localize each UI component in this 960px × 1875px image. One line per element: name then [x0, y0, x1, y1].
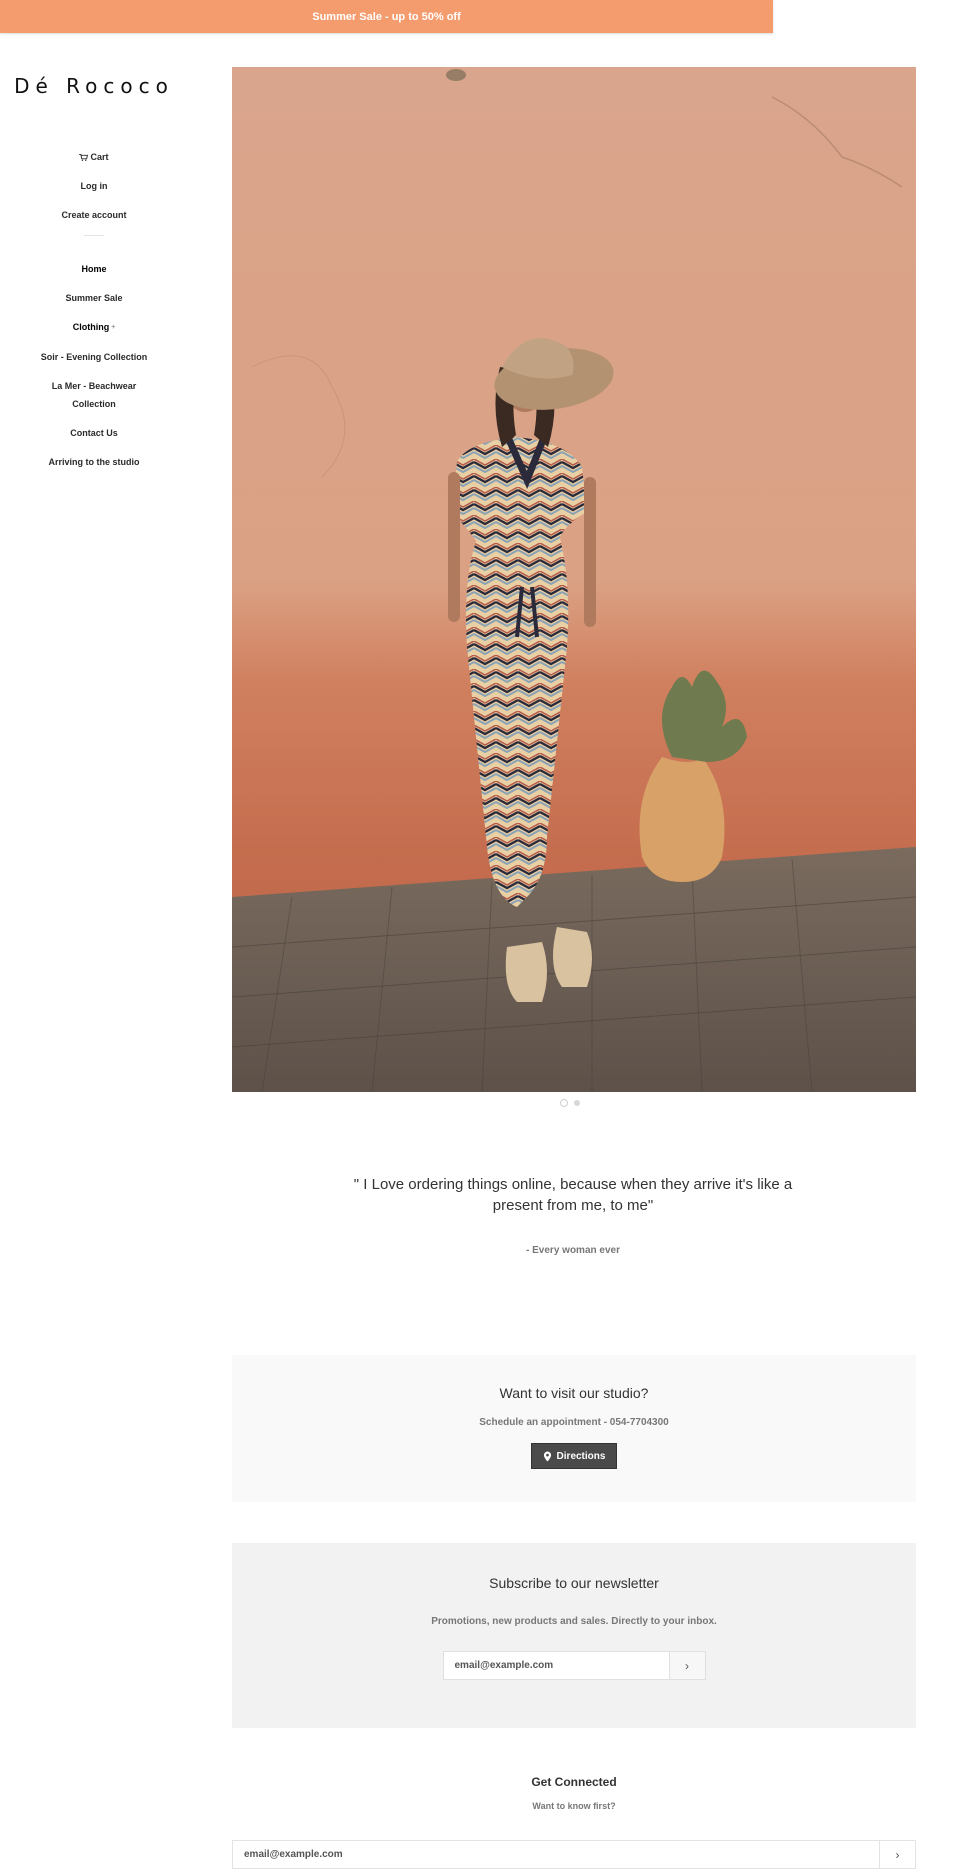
- nav-item-clothing[interactable]: Clothing +: [0, 318, 188, 337]
- newsletter-submit-button[interactable]: ›: [669, 1651, 706, 1680]
- slide-dot[interactable]: [574, 1100, 580, 1106]
- cart-link[interactable]: Cart: [0, 148, 188, 166]
- map-pin-icon: [543, 1451, 551, 1461]
- nav-item-contact[interactable]: Contact Us: [0, 424, 188, 442]
- announcement-text[interactable]: Summer Sale - up to 50% off: [312, 11, 461, 23]
- footer-signup-form: ›: [232, 1840, 916, 1869]
- expand-icon[interactable]: +: [111, 324, 115, 331]
- directions-button[interactable]: Directions: [530, 1443, 618, 1469]
- testimonial-author: - Every woman ever: [526, 1245, 620, 1256]
- studio-title: Want to visit our studio?: [499, 1385, 649, 1401]
- nav-item-arriving[interactable]: Arriving to the studio: [0, 453, 188, 471]
- directions-label: Directions: [556, 1450, 606, 1462]
- hero-slideshow[interactable]: [232, 67, 916, 1092]
- footer-title: Get Connected: [531, 1775, 617, 1789]
- newsletter-section: Subscribe to our newsletter Promotions, …: [232, 1543, 916, 1728]
- cart-icon: [79, 154, 89, 161]
- footer-connected: Get Connected Want to know first?: [232, 1775, 916, 1811]
- cart-label: Cart: [90, 152, 109, 162]
- sidebar-nav: Cart Log in Create account Home Summer S…: [0, 148, 188, 482]
- newsletter-title: Subscribe to our newsletter: [489, 1575, 659, 1591]
- nav-item-soir[interactable]: Soir - Evening Collection: [0, 348, 188, 366]
- newsletter-form: ›: [442, 1651, 706, 1680]
- nav-item-la-mer[interactable]: La Mer - Beachwear Collection: [39, 377, 149, 413]
- footer-subtitle: Want to know first?: [532, 1801, 616, 1811]
- newsletter-subtitle: Promotions, new products and sales. Dire…: [431, 1616, 717, 1627]
- site-logo[interactable]: Dé Rococo: [0, 74, 188, 98]
- nav-item-clothing-label: Clothing: [72, 322, 110, 332]
- studio-section: Want to visit our studio? Schedule an ap…: [232, 1355, 916, 1502]
- login-link[interactable]: Log in: [0, 177, 188, 195]
- studio-subtitle: Schedule an appointment - 054-7704300: [479, 1417, 669, 1428]
- nav-item-home[interactable]: Home: [0, 260, 188, 278]
- newsletter-email-input[interactable]: [442, 1651, 670, 1680]
- slideshow-pagination: [560, 1099, 580, 1107]
- announcement-bar[interactable]: Summer Sale - up to 50% off: [0, 0, 773, 33]
- slide-dot[interactable]: [560, 1099, 568, 1107]
- create-account-link[interactable]: Create account: [0, 206, 188, 224]
- nav-divider: [84, 235, 104, 236]
- footer-email-input[interactable]: [232, 1840, 880, 1869]
- footer-submit-button[interactable]: ›: [880, 1840, 916, 1869]
- nav-item-summer-sale[interactable]: Summer Sale: [0, 289, 188, 307]
- testimonial-quote: " I Love ordering things online, because…: [353, 1176, 793, 1214]
- hero-image: [232, 67, 916, 1092]
